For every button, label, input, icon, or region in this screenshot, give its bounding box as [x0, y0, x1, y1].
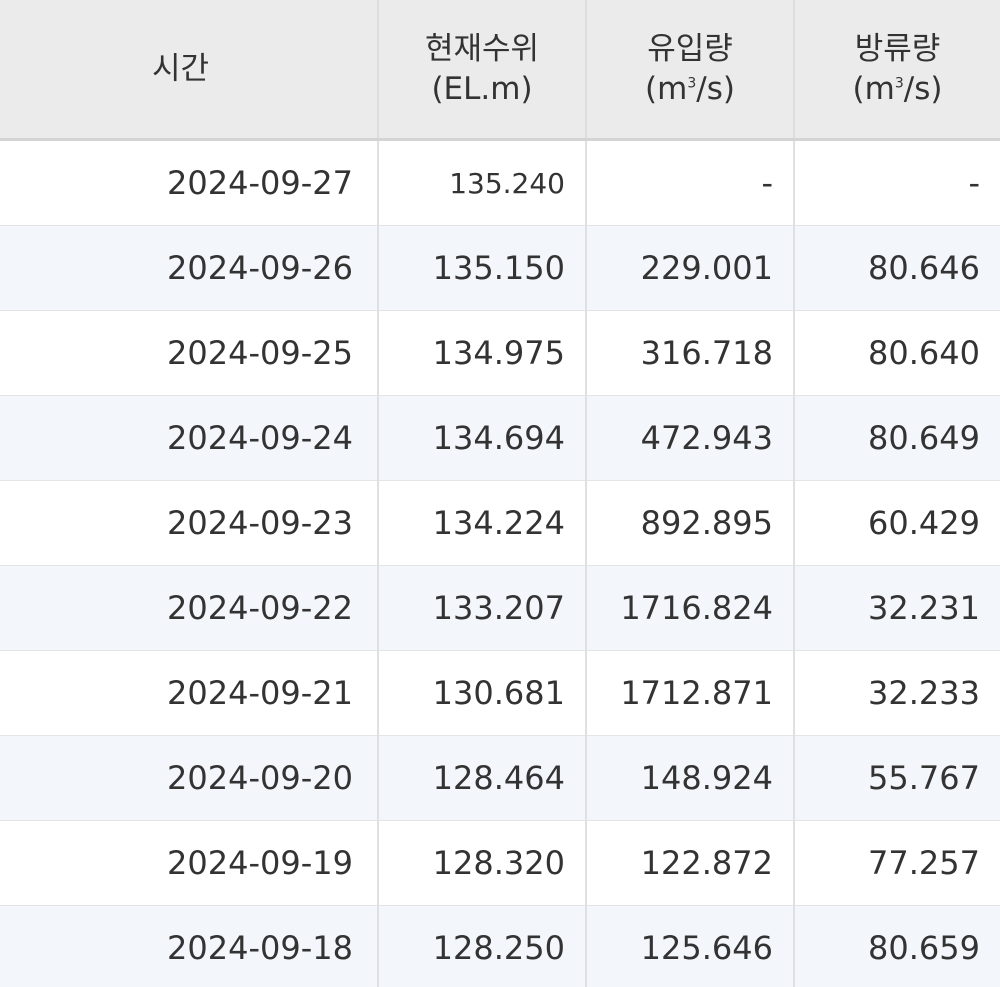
cell-date: 2024-09-18: [0, 905, 379, 987]
table-row: 2024-09-24 134.694 472.943 80.649: [0, 395, 1000, 481]
cell-date: 2024-09-20: [0, 735, 379, 821]
outflow-unit-superscript: 3: [894, 75, 904, 92]
cell-inflow: 148.924: [586, 735, 795, 821]
table-row: 2024-09-18 128.250 125.646 80.659: [0, 905, 1000, 987]
column-header-time-label: 시간: [152, 51, 210, 87]
cell-date: 2024-09-21: [0, 650, 379, 736]
cell-outflow: 80.659: [794, 905, 1000, 987]
dam-data-table-container: 시간 현재수위 (EL.m) 유입량 (m3/s) 방류량 (m3/s) 202…: [0, 0, 1000, 987]
cell-inflow: 1712.871: [586, 650, 795, 736]
cell-water-level: 134.694: [378, 395, 587, 481]
table-row: 2024-09-25 134.975 316.718 80.640: [0, 310, 1000, 396]
table-row: 2024-09-27 135.240 - -: [0, 139, 1000, 226]
cell-date: 2024-09-26: [0, 225, 379, 311]
cell-water-level: 130.681: [378, 650, 587, 736]
cell-outflow: 32.233: [794, 650, 1000, 736]
header-row: 시간 현재수위 (EL.m) 유입량 (m3/s) 방류량 (m3/s): [0, 0, 1000, 141]
cell-water-level: 135.150: [378, 225, 587, 311]
column-header-water-level-unit: (EL.m): [431, 71, 533, 107]
cell-date: 2024-09-27: [0, 139, 379, 226]
column-header-outflow-label: 방류량: [854, 31, 941, 67]
inflow-unit-suffix: /s): [696, 71, 735, 107]
inflow-unit-prefix: (m: [645, 71, 688, 107]
cell-outflow: 60.429: [794, 480, 1000, 566]
cell-inflow: 316.718: [586, 310, 795, 396]
inflow-unit-superscript: 3: [687, 75, 697, 92]
cell-water-level: 134.224: [378, 480, 587, 566]
outflow-unit-prefix: (m: [852, 71, 895, 107]
cell-outflow: 55.767: [794, 735, 1000, 821]
table-header: 시간 현재수위 (EL.m) 유입량 (m3/s) 방류량 (m3/s): [0, 0, 1000, 141]
cell-inflow: 892.895: [586, 480, 795, 566]
table-row: 2024-09-19 128.320 122.872 77.257: [0, 820, 1000, 906]
cell-date: 2024-09-23: [0, 480, 379, 566]
cell-water-level: 135.240: [378, 139, 587, 226]
column-header-water-level: 현재수위 (EL.m): [378, 0, 587, 141]
column-header-inflow-label: 유입량: [647, 31, 733, 67]
column-header-outflow: 방류량 (m3/s): [794, 0, 1000, 141]
cell-inflow: 472.943: [586, 395, 795, 481]
column-header-water-level-label: 현재수위: [424, 31, 540, 67]
cell-date: 2024-09-24: [0, 395, 379, 481]
table-body: 2024-09-27 135.240 - - 2024-09-26 135.15…: [0, 139, 1000, 987]
cell-inflow: 125.646: [586, 905, 795, 987]
table-row: 2024-09-21 130.681 1712.871 32.233: [0, 650, 1000, 736]
table-row: 2024-09-20 128.464 148.924 55.767: [0, 735, 1000, 821]
cell-inflow: 122.872: [586, 820, 795, 906]
table-row: 2024-09-26 135.150 229.001 80.646: [0, 225, 1000, 311]
column-header-outflow-unit: (m3/s): [795, 69, 1000, 109]
cell-outflow: -: [794, 139, 1000, 226]
cell-date: 2024-09-22: [0, 565, 379, 651]
column-header-inflow: 유입량 (m3/s): [586, 0, 795, 141]
cell-outflow: 80.646: [794, 225, 1000, 311]
cell-inflow: 229.001: [586, 225, 795, 311]
cell-water-level: 128.464: [378, 735, 587, 821]
cell-water-level: 128.320: [378, 820, 587, 906]
outflow-unit-suffix: /s): [903, 71, 943, 107]
cell-date: 2024-09-25: [0, 310, 379, 396]
cell-inflow: 1716.824: [586, 565, 795, 651]
cell-outflow: 80.640: [794, 310, 1000, 396]
cell-outflow: 80.649: [794, 395, 1000, 481]
cell-water-level: 128.250: [378, 905, 587, 987]
cell-outflow: 32.231: [794, 565, 1000, 651]
cell-date: 2024-09-19: [0, 820, 379, 906]
column-header-time: 시간: [0, 0, 379, 141]
dam-data-table: 시간 현재수위 (EL.m) 유입량 (m3/s) 방류량 (m3/s) 202…: [0, 0, 1000, 987]
table-row: 2024-09-23 134.224 892.895 60.429: [0, 480, 1000, 566]
cell-outflow: 77.257: [794, 820, 1000, 906]
table-row: 2024-09-22 133.207 1716.824 32.231: [0, 565, 1000, 651]
column-header-inflow-unit: (m3/s): [587, 69, 793, 109]
cell-inflow: -: [586, 139, 795, 226]
cell-water-level: 133.207: [378, 565, 587, 651]
cell-water-level: 134.975: [378, 310, 587, 396]
